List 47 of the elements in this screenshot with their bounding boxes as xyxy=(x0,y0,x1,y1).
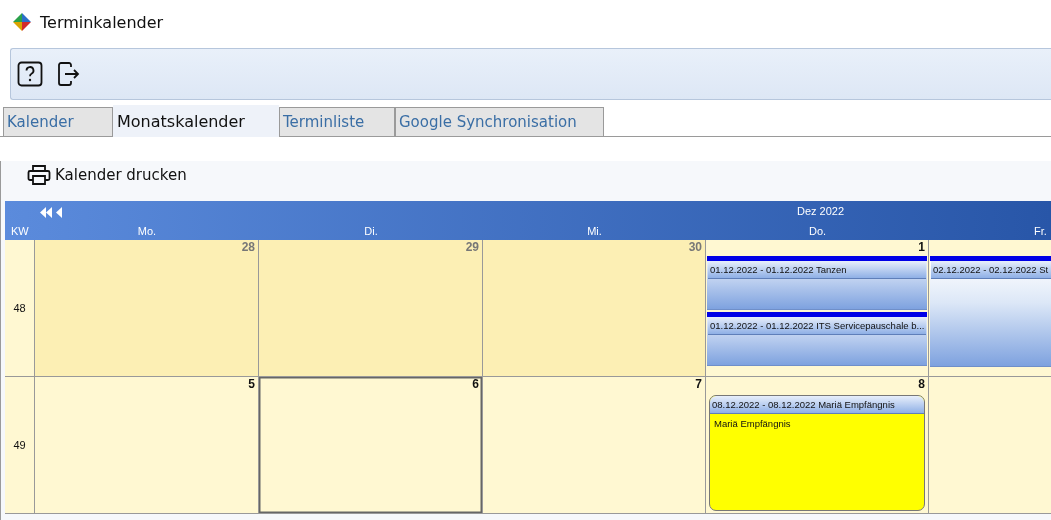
print-calendar-button[interactable]: Kalender drucken xyxy=(27,161,187,189)
month-label: Dez 2022 xyxy=(797,205,845,217)
event-note: Mariä Empfängnis xyxy=(713,417,792,431)
event-card[interactable]: 02.12.2022 - 02.12.2022 St xyxy=(930,256,1051,367)
help-icon[interactable] xyxy=(17,61,43,87)
weekday-header: Mi. xyxy=(586,224,603,239)
day-number: 30 xyxy=(687,240,703,254)
day-number: 6 xyxy=(471,377,480,391)
holiday-card[interactable]: 08.12.2022 - 08.12.2022 Mariä Empfängnis Mariä Empfängnis xyxy=(709,395,925,511)
tab[interactable]: Kalender xyxy=(3,107,113,136)
exit-icon[interactable] xyxy=(57,61,81,87)
day-number: 29 xyxy=(464,240,480,254)
day-number: 28 xyxy=(240,240,256,254)
event-title: 01.12.2022 - 01.12.2022 ITS Servicepauschale b... xyxy=(708,317,926,335)
day-number: 8 xyxy=(917,377,926,391)
week-number: 49 xyxy=(5,377,35,514)
event-title: 08.12.2022 - 08.12.2022 Mariä Empfängnis xyxy=(710,396,924,414)
event-title: 01.12.2022 - 01.12.2022 Tanzen xyxy=(708,261,926,279)
day-number: 5 xyxy=(247,377,256,391)
day-cell[interactable]: 6 xyxy=(259,377,483,514)
week-column-header: KW xyxy=(10,224,30,239)
weekday-header: Di. xyxy=(363,224,379,239)
tab[interactable]: Monatskalender xyxy=(113,105,279,137)
day-cell[interactable]: 29 xyxy=(259,240,483,377)
event-card[interactable]: 01.12.2022 - 01.12.2022 ITS Servicepauschale b... xyxy=(707,312,927,366)
day-cell[interactable]: 8 08.12.2022 - 08.12.2022 Mariä Empfängnis Mariä Empfängnis xyxy=(706,377,929,514)
weekday-header: Mo. xyxy=(136,224,158,239)
day-number: 1 xyxy=(917,240,926,254)
tab[interactable]: Terminliste xyxy=(279,107,395,136)
day-cell[interactable]: 30 xyxy=(483,240,706,377)
printer-icon xyxy=(27,164,51,186)
event-title: 02.12.2022 - 02.12.2022 St xyxy=(931,261,1051,279)
day-number: 7 xyxy=(694,377,703,391)
weekday-header: Do. xyxy=(807,224,828,239)
window-title: Terminkalender xyxy=(40,12,164,32)
double-left-arrow-icon[interactable] xyxy=(40,206,52,218)
event-card[interactable]: 01.12.2022 - 01.12.2022 Tanzen xyxy=(707,256,927,310)
weekday-header: Fr. xyxy=(1033,224,1048,239)
app-logo-icon xyxy=(12,12,32,32)
left-arrow-icon[interactable] xyxy=(56,206,62,218)
tab[interactable]: Google Synchronisation xyxy=(395,107,604,136)
day-cell[interactable]: 5 xyxy=(35,377,259,514)
day-cell[interactable]: 1 01.12.2022 - 01.12.2022 Tanzen 01.12.2022 - 01.12.2022 ITS Servicepauschale b... xyxy=(706,240,929,377)
day-cell[interactable]: 7 xyxy=(483,377,706,514)
day-cell[interactable]: 02.12.2022 - 02.12.2022 St xyxy=(929,240,1051,377)
day-cell[interactable]: 28 xyxy=(35,240,259,377)
week-number: 48 xyxy=(5,240,35,377)
